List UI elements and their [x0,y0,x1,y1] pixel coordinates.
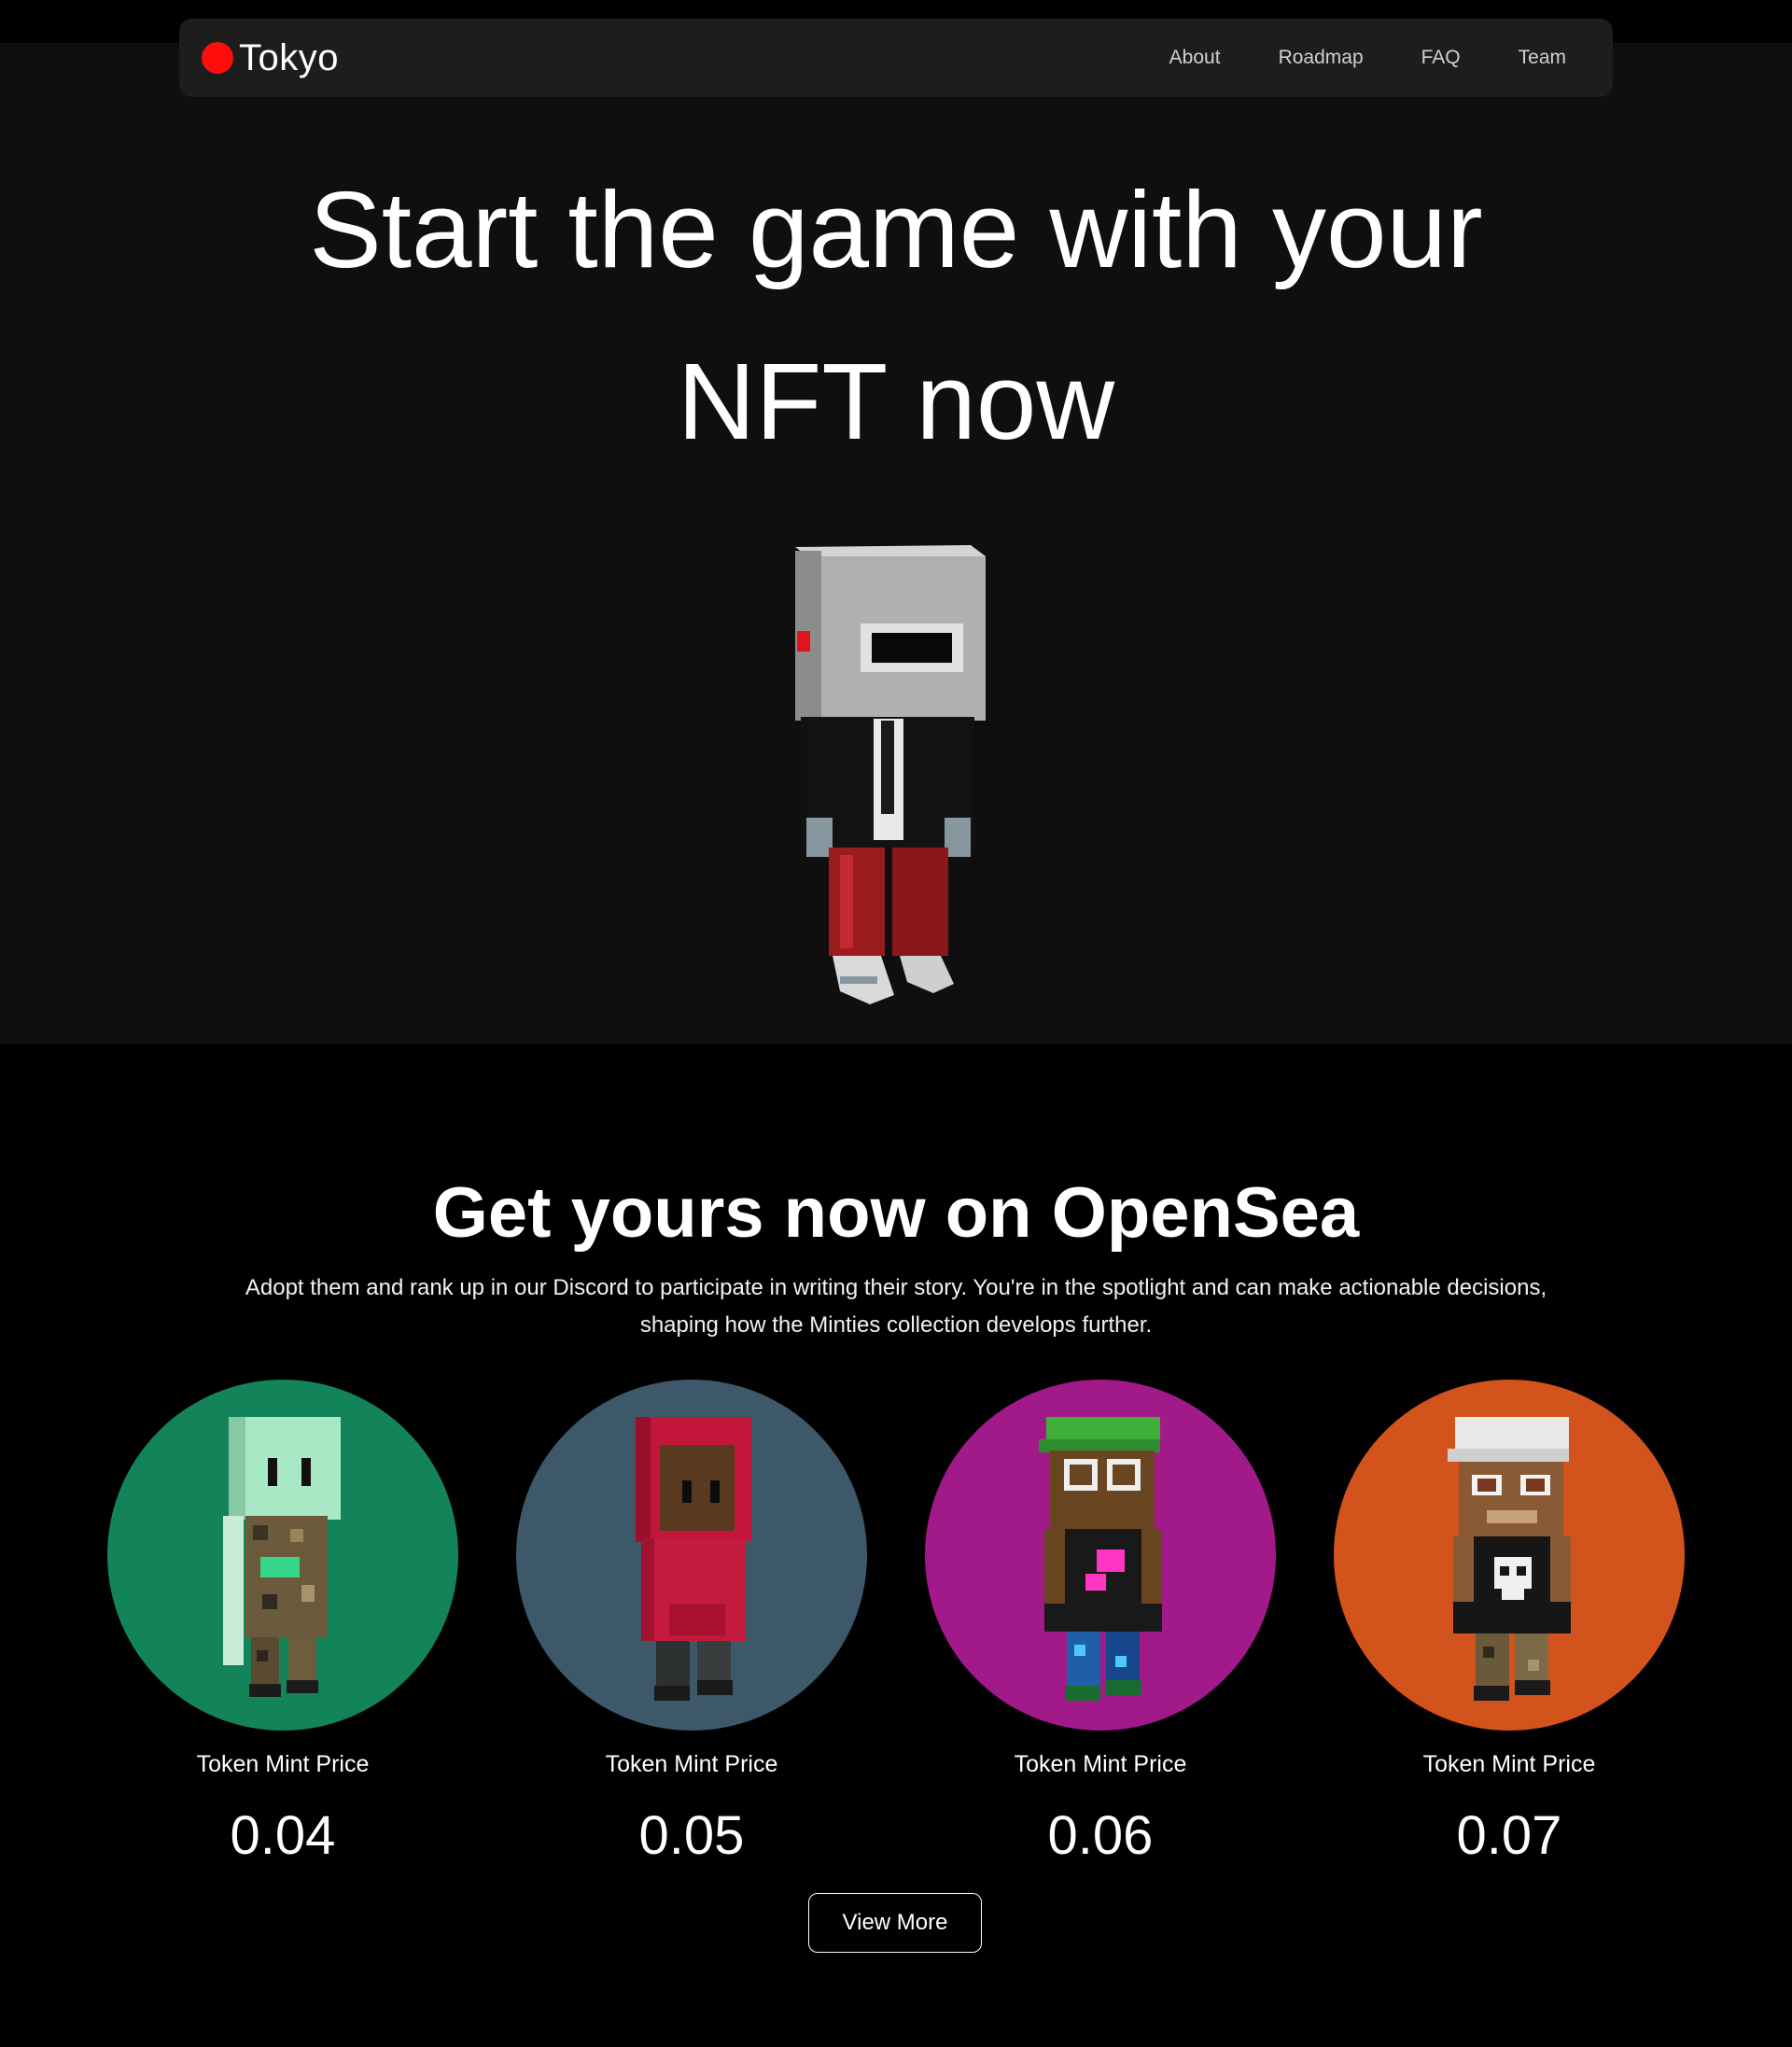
nav-link-about[interactable]: About [1169,47,1221,69]
token-card-label: Token Mint Price [1422,1751,1596,1777]
nav-link-roadmap[interactable]: Roadmap [1279,47,1364,69]
token-card-label: Token Mint Price [605,1751,778,1777]
token-card[interactable]: Token Mint Price 0.04 [107,1380,458,1869]
token-card-image [516,1380,867,1731]
nav-links: About Roadmap FAQ Team [1112,19,1566,97]
token-card-price: 0.05 [638,1805,745,1866]
hero-title: Start the game with your NFT now [309,169,1483,462]
voxel-robot-helmet-character-icon [795,545,986,1004]
top-navbar: Tokyo About Roadmap FAQ Team [179,19,1613,97]
voxel-white-cap-skull-character-icon [1448,1417,1571,1701]
token-card-label: Token Mint Price [1014,1751,1187,1777]
brand-name: Tokyo [239,36,339,78]
nav-link-team[interactable]: Team [1519,47,1566,69]
token-card-image [925,1380,1276,1731]
token-card-image [1334,1380,1685,1731]
brand-logo[interactable]: Tokyo [202,37,339,78]
token-card-price: 0.04 [230,1805,336,1866]
token-cards: Token Mint Price 0.04 Token Mint Price 0… [0,1380,1792,1866]
voxel-green-cap-glasses-character-icon [1039,1417,1162,1701]
token-card[interactable]: Token Mint Price 0.07 [1334,1380,1685,1869]
token-card-label: Token Mint Price [196,1751,370,1777]
hero-section: Start the game with your NFT now [0,43,1792,1044]
token-card-price: 0.07 [1456,1805,1562,1866]
voxel-alien-camo-character-icon [223,1417,341,1697]
opensea-description: Adopt them and rank up in our Discord to… [245,1275,1547,1338]
token-card[interactable]: Token Mint Price 0.06 [925,1380,1276,1869]
token-card-price: 0.06 [1047,1805,1154,1866]
view-more-button[interactable]: View More [808,1893,982,1953]
token-card[interactable]: Token Mint Price 0.05 [516,1380,867,1869]
token-card-image [107,1380,458,1731]
voxel-red-hoodie-character-icon [636,1417,751,1701]
logo-dot-icon [202,42,233,74]
opensea-title: Get yours now on OpenSea [432,1173,1360,1253]
nav-link-faq[interactable]: FAQ [1421,47,1461,69]
